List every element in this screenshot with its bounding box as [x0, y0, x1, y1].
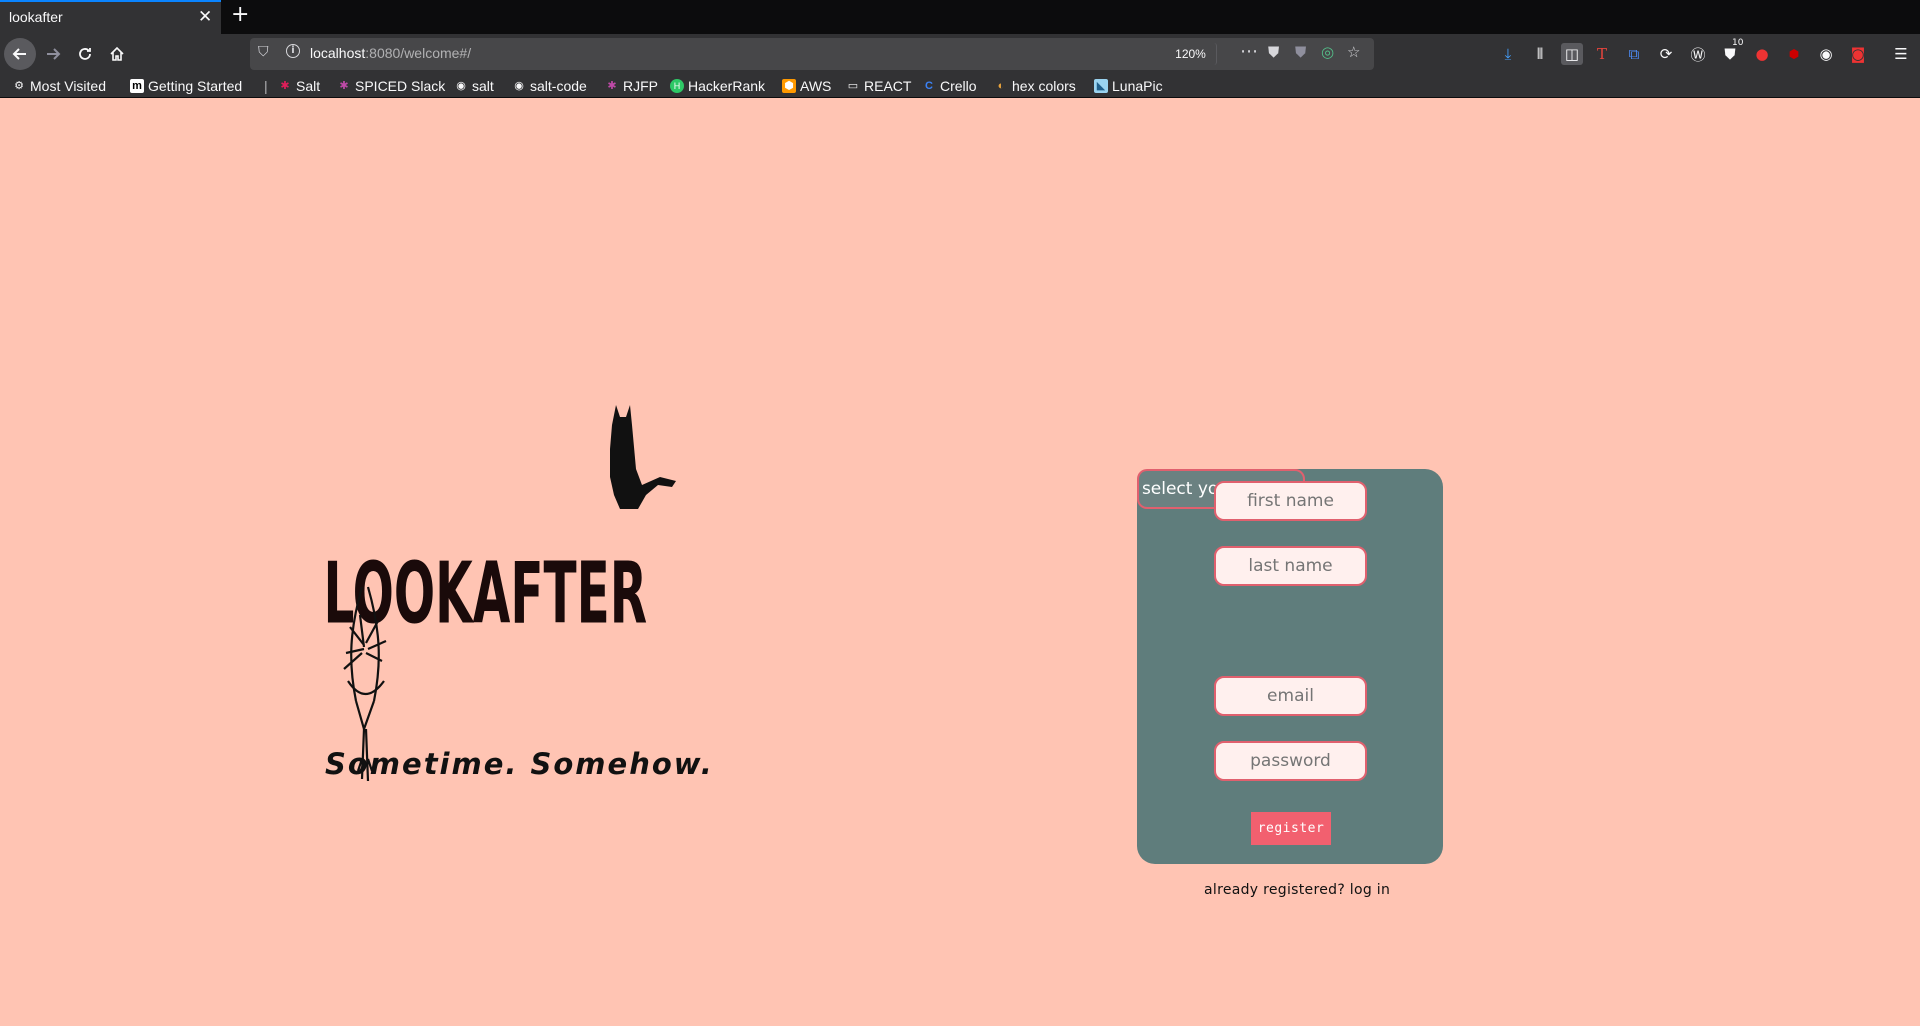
slack-icon: ✱: [339, 80, 349, 92]
menu-icon[interactable]: ☰: [1890, 43, 1912, 65]
account-icon[interactable]: ◉: [1815, 43, 1837, 65]
target-extension-icon[interactable]: ◎: [1321, 43, 1334, 61]
hex-icon: ◐: [997, 80, 1005, 92]
medium-icon: m: [130, 79, 144, 93]
bookmark-label: Getting Started: [148, 78, 243, 94]
downloads-icon[interactable]: ⤓: [1497, 43, 1519, 65]
bookmark-label: HackerRank: [688, 78, 766, 94]
bookmark-spiced-slack[interactable]: ✱ SPICED Slack: [337, 76, 445, 96]
github-icon: ◉: [456, 80, 466, 92]
crello-icon: C: [925, 80, 933, 92]
folder-icon: ▭: [847, 80, 859, 92]
bookmark-label: LunaPic: [1112, 78, 1163, 94]
zoom-level-badge[interactable]: 120%: [1165, 43, 1217, 65]
bookmark-hackerrank[interactable]: H HackerRank: [670, 76, 765, 96]
url-host: localhost: [310, 45, 366, 61]
tab-strip: lookafter ✕ +: [0, 0, 1920, 34]
bookmark-label: hex colors: [1012, 78, 1076, 94]
slack-icon: ✱: [280, 80, 290, 92]
register-button[interactable]: register: [1251, 812, 1331, 845]
bookmark-aws[interactable]: ⬢ AWS: [782, 76, 831, 96]
welcome-page: LOOKAFTER Sometime. Somehow. select your…: [0, 99, 1920, 1026]
gear-icon: ⚙: [14, 80, 24, 92]
password-field[interactable]: [1214, 741, 1367, 781]
address-bar[interactable]: ⛉ i localhost:8080/welcome#/ 120% ⋯ ⛊ ⛊ …: [250, 38, 1374, 70]
info-icon[interactable]: i: [286, 44, 300, 58]
bookmark-getting-started[interactable]: m Getting Started: [130, 76, 242, 96]
navigation-toolbar: ⛉ i localhost:8080/welcome#/ 120% ⋯ ⛊ ⛊ …: [0, 34, 1920, 74]
badge-count: 10: [1732, 38, 1744, 48]
login-link[interactable]: already registered? log in: [1204, 882, 1390, 898]
text-extension-icon[interactable]: T: [1591, 43, 1613, 65]
bookmark-label: salt-code: [530, 78, 587, 94]
library-icon[interactable]: ⫴: [1529, 43, 1551, 65]
first-name-field[interactable]: [1214, 481, 1367, 521]
logo-wordmark: LOOKAFTER: [323, 543, 647, 642]
bookmark-crello[interactable]: C Crello: [922, 76, 977, 96]
reload-button[interactable]: [69, 38, 101, 70]
home-button[interactable]: [101, 38, 133, 70]
bookmark-separator: |: [264, 78, 268, 94]
extension-icon[interactable]: ⛊: [1295, 43, 1306, 61]
bookmark-label: Crello: [940, 78, 977, 94]
tab-lookafter[interactable]: lookafter ✕: [0, 0, 221, 34]
new-tab-button[interactable]: +: [231, 2, 249, 27]
url-text[interactable]: localhost:8080/welcome#/: [310, 45, 471, 61]
aws-icon: ⬢: [782, 79, 796, 93]
bookmark-most-visited[interactable]: ⚙ Most Visited: [12, 76, 106, 96]
lookafter-logo: LOOKAFTER: [323, 405, 676, 782]
bookmark-label: AWS: [800, 78, 832, 94]
bookmark-label: Most Visited: [30, 78, 106, 94]
bookmark-hex-colors[interactable]: ◐ hex colors: [994, 76, 1076, 96]
bookmark-react-folder[interactable]: ▭ REACT: [846, 76, 912, 96]
bookmarks-toolbar: ⚙ Most Visited m Getting Started | ✱ Salt ✱…: [0, 74, 1920, 98]
hackerrank-icon: H: [670, 79, 684, 93]
sync-extension-icon[interactable]: ⟳: [1655, 43, 1677, 65]
tab-title: lookafter: [9, 9, 63, 25]
slack-icon: ✱: [607, 80, 617, 92]
registration-form: select your hood... register: [1137, 469, 1443, 864]
bookmark-label: Salt: [296, 78, 321, 94]
back-button[interactable]: [4, 38, 36, 70]
pocket-icon[interactable]: ⛊: [1268, 43, 1279, 61]
last-name-field[interactable]: [1214, 546, 1367, 586]
close-tab-icon[interactable]: ✕: [198, 7, 212, 27]
bookmark-lunapic[interactable]: ◣ LunaPic: [1094, 76, 1163, 96]
tomato-icon[interactable]: ●: [1751, 43, 1773, 65]
bookmark-label: RJFP: [623, 78, 658, 94]
bookmark-label: SPICED Slack: [355, 78, 446, 94]
reload-icon: [79, 48, 91, 60]
bookmark-rjfp[interactable]: ✱ RJFP: [605, 76, 658, 96]
tagline: Sometime. Somehow.: [325, 747, 714, 781]
bookmark-salt[interactable]: ✱ Salt: [278, 76, 320, 96]
lunapic-icon: ◣: [1094, 79, 1108, 93]
email-field[interactable]: [1214, 676, 1367, 716]
bookmark-salt-github[interactable]: ◉ salt: [454, 76, 494, 96]
more-actions-icon[interactable]: ⋯: [1240, 41, 1258, 62]
w-extension-icon[interactable]: Ⓦ: [1687, 43, 1709, 65]
github-icon: ◉: [514, 80, 524, 92]
home-icon: [110, 46, 124, 61]
bookmark-star-icon[interactable]: ☆: [1347, 43, 1360, 61]
url-path: :8080/welcome#/: [365, 45, 472, 61]
translate-icon[interactable]: ⧉: [1623, 43, 1645, 65]
forward-arrow-icon: [47, 48, 61, 60]
sidebar-icon[interactable]: ◫: [1561, 43, 1583, 65]
shield-icon[interactable]: ⛉: [258, 44, 269, 60]
cat-silhouette-icon: [610, 405, 676, 509]
bookmark-salt-code[interactable]: ◉ salt-code: [512, 76, 587, 96]
bookmark-label: REACT: [864, 78, 912, 94]
forward-button[interactable]: [37, 38, 69, 70]
back-arrow-icon: [12, 48, 26, 60]
devtools-extension-icon[interactable]: ◙: [1847, 43, 1869, 65]
ublock-icon[interactable]: ⬢: [1783, 43, 1805, 65]
pocket-extension-icon[interactable]: ⛊ 10: [1719, 38, 1743, 65]
bookmark-label: salt: [472, 78, 494, 94]
